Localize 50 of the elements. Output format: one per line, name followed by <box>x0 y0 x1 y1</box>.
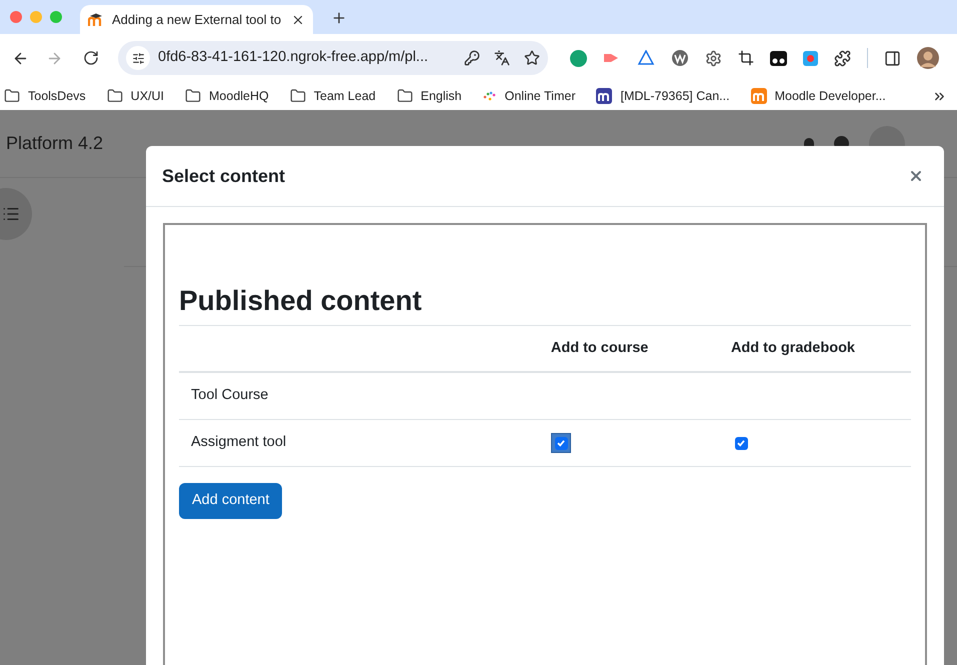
checkmark-icon <box>556 438 566 448</box>
bookmark[interactable]: English <box>396 86 462 106</box>
record-extension-icon[interactable] <box>803 50 818 66</box>
folder-icon <box>4 88 20 104</box>
bookmark[interactable]: MoodleHQ <box>185 86 269 106</box>
moodle-logo-icon <box>596 88 612 104</box>
bookmark[interactable]: Online Timer <box>482 86 576 106</box>
add-content-button[interactable]: Add content <box>179 483 282 519</box>
dots-icon <box>482 91 497 101</box>
triangle-extension-icon[interactable] <box>637 50 655 66</box>
table-cell: Assigment tool <box>191 434 286 450</box>
browser-tab[interactable]: Adding a new External tool to <box>80 5 313 34</box>
bookmark[interactable]: ToolsDevs <box>4 86 86 106</box>
bookmark[interactable]: [MDL-79365] Can... <box>596 86 730 106</box>
site-name[interactable]: Platform 4.2 <box>6 130 104 157</box>
folder-icon <box>290 88 306 104</box>
new-tab-icon[interactable] <box>331 10 347 26</box>
bookmark[interactable]: Team Lead <box>290 86 376 106</box>
moodle-logo-icon <box>750 88 767 104</box>
moodle-logo-icon <box>88 12 104 26</box>
translate-icon[interactable] <box>494 50 510 66</box>
tab-title: Adding a new External tool to <box>112 10 282 29</box>
grammar-extension-icon[interactable] <box>570 50 587 66</box>
folder-icon <box>396 88 413 104</box>
wave-extension-icon[interactable] <box>671 49 689 67</box>
bookmark[interactable]: Moodle Developer... <box>750 86 886 106</box>
content-heading: Published content <box>179 287 423 315</box>
star-icon[interactable] <box>524 50 540 66</box>
close-icon[interactable] <box>908 168 924 184</box>
checkbox[interactable] <box>551 433 571 453</box>
checkmark-icon <box>736 438 746 448</box>
key-icon[interactable] <box>464 50 480 66</box>
column-header: Add to course <box>550 338 650 358</box>
list-icon <box>2 205 20 223</box>
site-settings-icon[interactable] <box>132 52 144 64</box>
bookmark[interactable]: UX/UI <box>106 86 164 106</box>
reload-icon[interactable] <box>83 50 99 66</box>
address-text: 0fd6-83-41-161-120.ngrok-free.app/m/pl... <box>158 48 430 68</box>
gear-extension-icon[interactable] <box>705 50 722 66</box>
dialog-title: Select content <box>162 164 286 188</box>
folder-icon <box>185 88 202 104</box>
glasses-extension-icon[interactable] <box>770 50 787 66</box>
profile-avatar-icon[interactable] <box>917 47 939 69</box>
crop-extension-icon[interactable] <box>738 50 754 66</box>
column-header: Add to gradebook <box>730 338 856 358</box>
extensions-icon[interactable] <box>834 50 851 66</box>
table-cell: Tool Course <box>191 387 268 404</box>
side-panel-icon[interactable] <box>884 50 901 66</box>
address-bar[interactable]: 0fd6-83-41-161-120.ngrok-free.app/m/pl... <box>118 41 548 75</box>
folder-icon <box>106 88 123 104</box>
